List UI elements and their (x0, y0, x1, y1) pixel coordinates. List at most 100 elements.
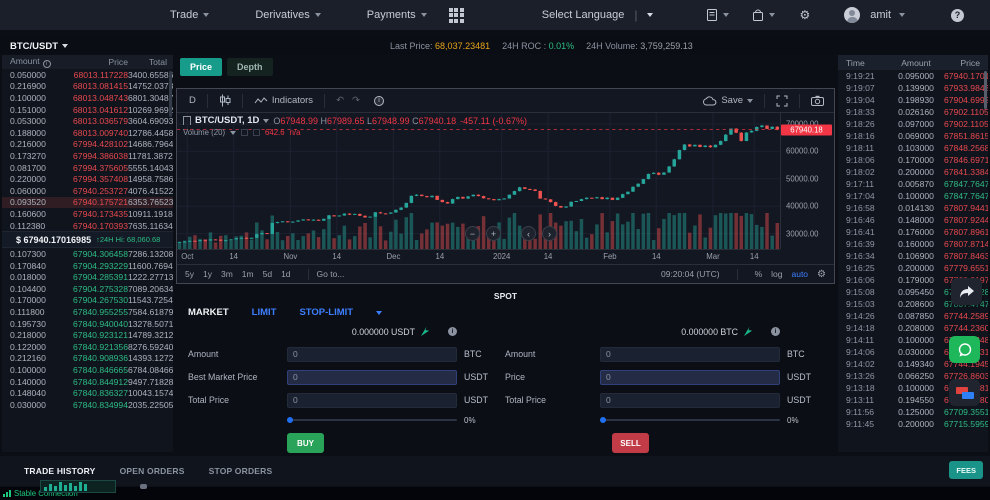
ask-row[interactable]: 0.09352067940.1757216353.765233 (2, 197, 173, 209)
bid-row[interactable]: 0.10000067840.8466656784.084667 (2, 364, 173, 376)
tab-depth[interactable]: Depth (227, 58, 273, 76)
bid-row[interactable]: 0.12200067840.9213568276.592405 (2, 341, 173, 353)
bid-row[interactable]: 0.01800067904.2853911222.277137 (2, 272, 173, 284)
scroll-left-button[interactable]: ‹ (521, 226, 536, 241)
buy-button[interactable]: BUY (287, 433, 324, 453)
ask-row[interactable]: 0.21690068013.08141514752.037359 (2, 81, 173, 93)
range-1y[interactable]: 1y (203, 269, 212, 279)
price-chart-canvas[interactable]: BTC/USDT, 1D O67948.99 H67989.65 L67948.… (177, 113, 780, 249)
slider-handle[interactable] (287, 417, 293, 423)
ask-row[interactable]: 0.11238067940.1703937635.116349 (2, 220, 173, 232)
language-selector[interactable]: Select Language | (542, 8, 654, 22)
nav-menu-trade[interactable]: Trade (170, 9, 209, 21)
range-1m[interactable]: 1m (242, 269, 254, 279)
bottom-tab-trade-history[interactable]: TRADE HISTORY (24, 466, 96, 476)
buy-total-input[interactable] (287, 393, 457, 408)
goto-button[interactable]: Go to... (317, 269, 345, 279)
bid-row[interactable]: 0.21216067840.90893614393.127240 (2, 353, 173, 365)
ask-row[interactable]: 0.05300068013.0365793604.690939 (2, 115, 173, 127)
tab-market[interactable]: MARKET (188, 307, 229, 318)
wallet-menu[interactable] (751, 8, 775, 22)
trade-row[interactable]: 9:16:580.01413067807.944198 (838, 202, 988, 214)
fees-button[interactable]: FEES (949, 461, 983, 479)
save-layout-button[interactable]: Save (698, 95, 757, 106)
bid-row[interactable]: 0.21800067840.92312114789.321240 (2, 329, 173, 341)
tab-stop-limit[interactable]: STOP-LIMIT (299, 307, 353, 318)
bid-row[interactable]: 0.14000067840.8449129497.718288 (2, 376, 173, 388)
sell-total-input[interactable] (600, 393, 780, 408)
mid-price-row[interactable]: $ 67940.17016985 ↑24H Hi: 68,060.68 (2, 231, 173, 248)
trade-row[interactable]: 9:19:070.13990067933.984349 (838, 82, 988, 94)
whatsapp-button[interactable] (949, 336, 980, 363)
sell-button[interactable]: SELL (612, 433, 649, 453)
fullscreen-button[interactable] (772, 95, 792, 107)
sell-amount-input[interactable] (600, 347, 780, 362)
chevron-down-icon[interactable] (376, 311, 382, 315)
trade-row[interactable]: 9:19:040.19893067904.699255 (838, 94, 988, 106)
percent-scale-button[interactable]: % (755, 269, 763, 279)
zoom-out-button[interactable]: − (465, 226, 480, 241)
tab-limit[interactable]: LIMIT (252, 307, 277, 318)
trade-row[interactable]: 9:18:260.09700067902.110505 (838, 118, 988, 130)
bid-row[interactable]: 0.17000067904.26753011543.725480 (2, 295, 173, 307)
volume-label[interactable]: Volume (20) (183, 128, 225, 137)
undo-button[interactable]: ↶ (332, 95, 348, 106)
price-axis[interactable]: 70000.0060000.0050000.0040000.0030000.00… (780, 113, 834, 249)
buy-price-input[interactable] (287, 370, 457, 385)
ask-row[interactable]: 0.10000068013.0487436801.304874 (2, 92, 173, 104)
trade-row[interactable]: 9:16:250.20000067779.655133 (838, 262, 988, 274)
messenger-button[interactable] (949, 379, 980, 406)
sell-price-input[interactable] (600, 370, 780, 385)
ask-row[interactable]: 0.22000067994.35740814958.758630 (2, 173, 173, 185)
snapshot-button[interactable] (807, 95, 828, 106)
ask-row[interactable]: 0.15100068013.04161210269.969283 (2, 104, 173, 116)
ask-row[interactable]: 0.21600067994.42810214686.796470 (2, 139, 173, 151)
nav-menu-payments[interactable]: Payments (367, 9, 427, 21)
apps-grid-icon[interactable] (449, 8, 464, 23)
bottom-tab-open-orders[interactable]: OPEN ORDERS (120, 466, 185, 476)
scrollbar-thumb[interactable] (169, 71, 172, 117)
indicators-button[interactable]: Indicators (250, 95, 317, 106)
trade-row[interactable]: 9:17:040.10000067847.764748 (838, 190, 988, 202)
indicator-hide-icon[interactable] (241, 129, 248, 136)
ask-row[interactable]: 0.17327067994.38603811781.387289 (2, 150, 173, 162)
bottom-tab-stop-orders[interactable]: STOP ORDERS (209, 466, 273, 476)
tab-price[interactable]: Price (180, 58, 222, 76)
bid-row[interactable]: 0.03000067840.8349942035.225050 (2, 399, 173, 411)
bid-row[interactable]: 0.10730067904.3064587286.132083 (2, 248, 173, 260)
trade-row[interactable]: 9:18:330.02616067902.110505 (838, 106, 988, 118)
bid-row[interactable]: 0.11180067840.9552557584.618799 (2, 306, 173, 318)
pair-selector[interactable]: BTC/USDT (10, 41, 68, 52)
range-5d[interactable]: 5d (263, 269, 272, 279)
ask-row[interactable]: 0.05000068013.1172283400.655861 (2, 69, 173, 81)
transfer-arrow-icon[interactable] (743, 326, 754, 337)
transfer-arrow-icon[interactable] (420, 326, 431, 337)
chart-info-icon[interactable]: i (374, 96, 384, 106)
bid-row[interactable]: 0.19573067840.94004013278.507194 (2, 318, 173, 330)
ask-row[interactable]: 0.18800068013.00974012786.445831 (2, 127, 173, 139)
user-menu[interactable]: amit (844, 7, 905, 23)
clock[interactable]: 09:20:04 (UTC) (661, 269, 720, 279)
ask-row[interactable]: 0.08170067994.3756055555.140438 (2, 162, 173, 174)
legend-symbol[interactable]: BTC/USDT, 1D (195, 115, 259, 126)
ask-row[interactable]: 0.16060067940.17343510911.191854 (2, 208, 173, 220)
scrollbar-thumb[interactable] (984, 71, 987, 109)
time-axis[interactable]: Oct14Nov14Dec14202414Feb14Mar14 (177, 249, 780, 264)
axis-settings-gear-icon[interactable]: ⚙ (817, 269, 826, 280)
trade-row[interactable]: 9:11:560.12500067709.355169 (838, 406, 988, 418)
ask-row[interactable]: 0.06000067940.2537274076.415224 (2, 185, 173, 197)
zoom-in-button[interactable]: + (486, 226, 501, 241)
trade-row[interactable]: 9:16:390.16000067807.871407 (838, 238, 988, 250)
trade-row[interactable]: 9:16:460.14800067807.924442 (838, 214, 988, 226)
trade-row[interactable]: 9:14:260.08785067744.258998 (838, 310, 988, 322)
trade-row[interactable]: 9:16:340.10690067807.846373 (838, 250, 988, 262)
auto-scale-button[interactable]: auto (791, 269, 808, 279)
bid-row[interactable]: 0.14804067840.83632710043.157410 (2, 387, 173, 399)
help-icon[interactable]: ? (951, 9, 964, 22)
scroll-right-button[interactable]: › (542, 226, 557, 241)
trade-row[interactable]: 9:18:060.17000067846.697171 (838, 154, 988, 166)
info-icon[interactable]: i (43, 60, 51, 68)
candle-style-button[interactable] (215, 94, 235, 107)
redo-button[interactable]: ↷ (348, 95, 364, 106)
range-5y[interactable]: 5y (185, 269, 194, 279)
